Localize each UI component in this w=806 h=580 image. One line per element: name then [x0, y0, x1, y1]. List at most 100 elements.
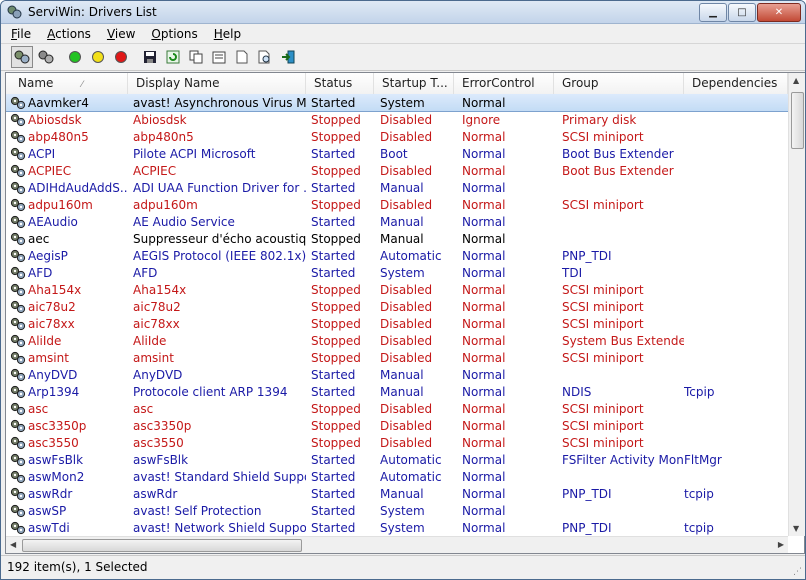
table-row[interactable]: asc3550 asc3550 Stopped Disabled Normal SCSI … [6, 434, 788, 451]
table-row[interactable]: aic78xx aic78xx Stopped Disabled Normal SCSI … [6, 315, 788, 332]
pause-button[interactable] [88, 47, 108, 67]
table-row[interactable]: aswSP avast! Self Protection Started System… [6, 502, 788, 519]
cell-group: PNP_TDI [562, 248, 612, 263]
copy-button[interactable] [186, 47, 206, 67]
cell-startup-type: Disabled [380, 316, 433, 331]
drivers-button[interactable] [11, 46, 33, 68]
table-row[interactable]: asc asc Stopped Disabled Normal SCSI miniport [6, 400, 788, 417]
column-header-startup-type[interactable]: Startup T... [374, 73, 454, 94]
cell-startup-type: Automatic [380, 248, 442, 263]
cell-status: Stopped [311, 333, 361, 348]
table-row[interactable]: AEAudio AE Audio Service Started Manual Norm… [6, 213, 788, 230]
horizontal-scrollbar[interactable]: ◀ ▶ [6, 536, 788, 553]
services-button[interactable] [36, 47, 56, 67]
cell-status: Stopped [311, 129, 361, 144]
cell-name: amsint [6, 351, 128, 365]
menu-view[interactable]: View [101, 27, 141, 41]
column-header-group[interactable]: Group [554, 73, 684, 94]
cell-display-name: ACPIEC [133, 163, 177, 178]
cell-error-control: Normal [462, 163, 506, 178]
table-row[interactable]: aswRdr aswRdr Started Manual Normal PNP_TDI tc… [6, 485, 788, 502]
cell-display-name: AnyDVD [133, 367, 183, 382]
properties-button[interactable] [209, 47, 229, 67]
cell-name: AEAudio [6, 215, 128, 229]
table-row[interactable]: Abiosdsk Abiosdsk Stopped Disabled Ignore Pri… [6, 111, 788, 128]
close-button[interactable]: ✕ [757, 2, 801, 22]
table-row[interactable]: adpu160m adpu160m Stopped Disabled Normal SCS… [6, 196, 788, 213]
table-row[interactable]: Aavmker4 avast! Asynchronous Virus Mo... S… [6, 94, 788, 112]
table-row[interactable]: amsint amsint Stopped Disabled Normal SCSI mi… [6, 349, 788, 366]
scroll-left-icon[interactable]: ◀ [10, 540, 16, 549]
cell-startup-type: Disabled [380, 163, 433, 178]
table-row[interactable]: aswMon2 avast! Standard Shield Support Sta… [6, 468, 788, 485]
menu-file[interactable]: File [5, 27, 37, 41]
table-row[interactable]: Aha154x Aha154x Stopped Disabled Normal SCSI … [6, 281, 788, 298]
driver-gear-icon [10, 198, 26, 212]
refresh-button[interactable] [163, 47, 183, 67]
save-button[interactable] [140, 47, 160, 67]
cell-startup-type: System [380, 503, 425, 518]
cell-display-name: aswFsBlk [133, 452, 189, 467]
cell-group: TDI [562, 265, 583, 280]
table-row[interactable]: ACPI Pilote ACPI Microsoft Started Boot Norm… [6, 145, 788, 162]
column-header-display-name[interactable]: Display Name [128, 73, 306, 94]
table-row[interactable]: aic78u2 aic78u2 Stopped Disabled Normal SCSI … [6, 298, 788, 315]
cell-display-name: amsint [133, 350, 174, 365]
cell-status: Stopped [311, 316, 361, 331]
menu-help[interactable]: Help [208, 27, 247, 41]
table-row[interactable]: aswTdi avast! Network Shield Support Start… [6, 519, 788, 536]
horizontal-scroll-thumb[interactable] [22, 539, 302, 552]
table-row[interactable]: AegisP AEGIS Protocol (IEEE 802.1x) v... S… [6, 247, 788, 264]
table-row[interactable]: AliIde AliIde Stopped Disabled Normal System … [6, 332, 788, 349]
stop-button[interactable] [111, 47, 131, 67]
driver-gear-icon [10, 164, 26, 178]
cell-startup-type: Manual [380, 384, 424, 399]
driver-name: AegisP [28, 248, 68, 263]
exit-button[interactable] [278, 47, 298, 67]
menu-actions[interactable]: Actions [41, 27, 97, 41]
table-row[interactable]: aswFsBlk aswFsBlk Started Automatic Normal FS… [6, 451, 788, 468]
cell-name: aswSP [6, 504, 128, 518]
drivers-icon [14, 50, 30, 64]
driver-gear-icon [10, 334, 26, 348]
column-header-error-control[interactable]: ErrorControl [454, 73, 554, 94]
driver-gear-icon [10, 470, 26, 484]
cell-startup-type: Manual [380, 486, 424, 501]
table-row[interactable]: aec Suppresseur d'écho acoustiqu... Stoppe… [6, 230, 788, 247]
table-row[interactable]: AnyDVD AnyDVD Started Manual Normal [6, 366, 788, 383]
table-row[interactable]: asc3350p asc3350p Stopped Disabled Normal SCS… [6, 417, 788, 434]
start-button[interactable] [65, 47, 85, 67]
column-header-dependencies[interactable]: Dependencies [684, 73, 788, 94]
driver-gear-icon [10, 215, 26, 229]
cell-error-control: Normal [462, 452, 506, 467]
vertical-scrollbar[interactable]: ▲ ▼ [788, 73, 805, 536]
cell-error-control: Normal [462, 435, 506, 450]
find-button[interactable] [255, 47, 275, 67]
vertical-scroll-thumb[interactable] [791, 92, 804, 149]
resize-grip-icon[interactable]: ⋰ [793, 567, 802, 577]
table-row[interactable]: ACPIEC ACPIEC Stopped Disabled Normal Boot Bu… [6, 162, 788, 179]
driver-name: aswTdi [28, 520, 70, 535]
driver-name: AEAudio [28, 214, 78, 229]
cell-error-control: Normal [462, 350, 506, 365]
cell-startup-type: Disabled [380, 435, 433, 450]
table-row[interactable]: Arp1394 Protocole client ARP 1394 Started M… [6, 383, 788, 400]
window-title: ServiWin: Drivers List [28, 5, 157, 19]
scroll-right-icon[interactable]: ▶ [778, 540, 784, 549]
column-header-name[interactable]: Name ⁄ [6, 73, 128, 94]
maximize-button[interactable]: □ [728, 2, 756, 22]
status-text: 192 item(s), 1 Selected [7, 560, 148, 574]
table-row[interactable]: ADIHdAudAddS... ADI UAA Function Driver f… [6, 179, 788, 196]
minimize-button[interactable]: ▁ [699, 2, 727, 22]
scroll-up-icon[interactable]: ▲ [793, 76, 799, 85]
status-bar: 192 item(s), 1 Selected ⋰ [1, 555, 805, 579]
table-row[interactable]: AFD AFD Started System Normal TDI [6, 264, 788, 281]
table-row[interactable]: abp480n5 abp480n5 Stopped Disabled Normal SCS… [6, 128, 788, 145]
column-header-status[interactable]: Status [306, 73, 374, 94]
menu-options[interactable]: Options [145, 27, 203, 41]
scroll-down-icon[interactable]: ▼ [793, 524, 799, 533]
drivers-list[interactable]: Name ⁄ Display Name Status Startup T... E… [5, 72, 805, 554]
html-report-button[interactable] [232, 47, 252, 67]
driver-name: asc3350p [28, 418, 87, 433]
title-bar[interactable]: ServiWin: Drivers List ▁ □ ✕ [1, 1, 805, 24]
